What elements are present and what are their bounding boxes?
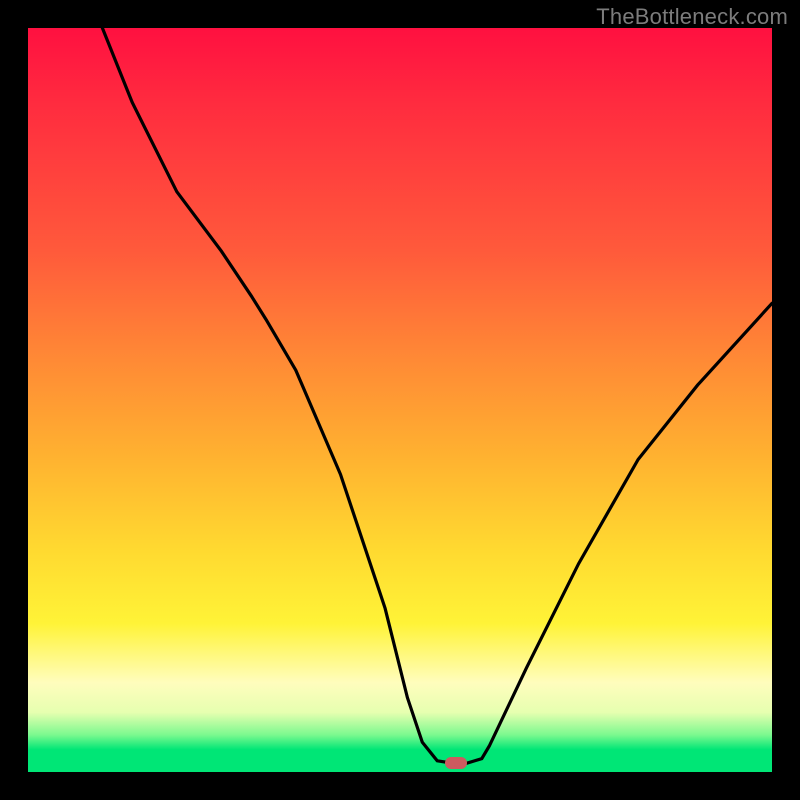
plot-area (28, 28, 772, 772)
curve-svg (28, 28, 772, 772)
chart-container: TheBottleneck.com (0, 0, 800, 800)
bottleneck-curve (102, 28, 772, 763)
watermark-text: TheBottleneck.com (596, 4, 788, 30)
optimal-marker (445, 757, 467, 769)
